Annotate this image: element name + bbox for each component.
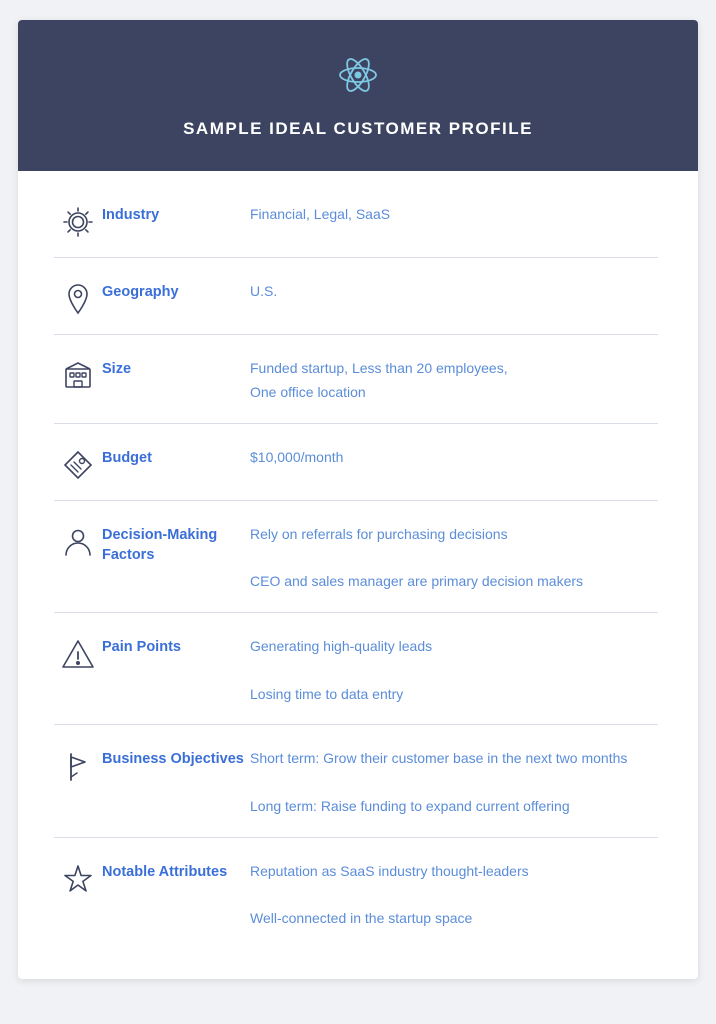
header-title: SAMPLE IDEAL CUSTOMER PROFILE (183, 119, 533, 139)
star-icon (54, 860, 102, 896)
label-decision-making-factors: Decision-Making Factors (102, 523, 250, 566)
label-business-objectives: Business Objectives (102, 747, 250, 769)
label-budget: Budget (102, 446, 250, 468)
row-pain-points: Pain PointsGenerating high-quality leads… (54, 613, 658, 725)
value-decision-making-factors: Rely on referrals for purchasing decisio… (250, 523, 658, 594)
atom-icon (331, 48, 385, 107)
row-notable-attributes: Notable AttributesReputation as SaaS ind… (54, 838, 658, 949)
row-budget: Budget$10,000/month (54, 424, 658, 501)
row-decision-making-factors: Decision-Making FactorsRely on referrals… (54, 501, 658, 613)
location-icon (54, 280, 102, 316)
label-size: Size (102, 357, 250, 379)
person-icon (54, 523, 102, 559)
tag-icon (54, 446, 102, 482)
row-geography: GeographyU.S. (54, 258, 658, 335)
value-business-objectives: Short term: Grow their customer base in … (250, 747, 658, 818)
card: SAMPLE IDEAL CUSTOMER PROFILE IndustryFi… (18, 20, 698, 979)
value-notable-attributes: Reputation as SaaS industry thought-lead… (250, 860, 658, 931)
label-industry: Industry (102, 203, 250, 225)
value-pain-points: Generating high-quality leadsLosing time… (250, 635, 658, 706)
value-budget: $10,000/month (250, 446, 658, 470)
value-industry: Financial, Legal, SaaS (250, 203, 658, 227)
label-pain-points: Pain Points (102, 635, 250, 657)
header: SAMPLE IDEAL CUSTOMER PROFILE (18, 20, 698, 171)
label-geography: Geography (102, 280, 250, 302)
row-business-objectives: Business ObjectivesShort term: Grow thei… (54, 725, 658, 837)
building-icon (54, 357, 102, 393)
warning-icon (54, 635, 102, 671)
row-industry: IndustryFinancial, Legal, SaaS (54, 181, 658, 258)
content: IndustryFinancial, Legal, SaaS Geography… (18, 171, 698, 979)
value-geography: U.S. (250, 280, 658, 304)
value-size: Funded startup, Less than 20 employees,O… (250, 357, 658, 405)
label-notable-attributes: Notable Attributes (102, 860, 250, 882)
flag-icon (54, 747, 102, 783)
gear-icon (54, 203, 102, 239)
row-size: SizeFunded startup, Less than 20 employe… (54, 335, 658, 424)
